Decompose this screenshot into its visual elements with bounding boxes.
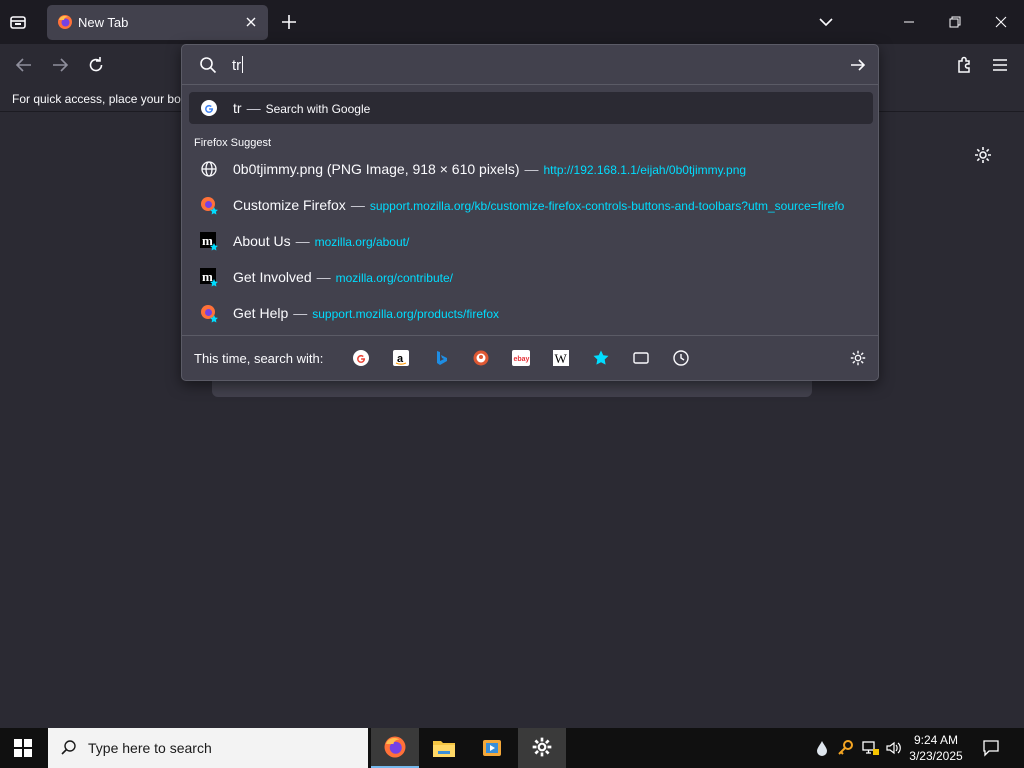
firefox-suggest-label: Firefox Suggest — [194, 137, 272, 149]
tabs-icon[interactable] — [632, 349, 650, 367]
newtab-settings-gear-icon[interactable] — [973, 145, 993, 165]
taskbar-media-player-icon[interactable] — [468, 728, 516, 768]
tab-strip: New Tab — [0, 0, 1024, 44]
tray-time-text: 9:24 AM — [913, 733, 959, 747]
firefox-bookmark-icon — [200, 196, 218, 215]
globe-icon — [200, 160, 218, 178]
suggestion-title: 0b0tjimmy.png (PNG Image, 918 × 610 pixe… — [233, 161, 520, 177]
suggestion-url: mozilla.org/about/ — [314, 235, 410, 249]
search-with-google-result[interactable]: tr — Search with Google — [189, 92, 873, 124]
minimize-button[interactable] — [886, 0, 932, 44]
one-off-search-bar: This time, search with: a ebay W — [182, 335, 878, 380]
urlbar-input-row[interactable]: tr — [182, 45, 878, 85]
google-icon — [200, 99, 218, 117]
taskbar-search-placeholder: Type here to search — [88, 740, 212, 756]
hamburger-menu-icon[interactable] — [990, 55, 1010, 75]
suggestion-url: support.mozilla.org/products/firefox — [312, 307, 499, 321]
tray-water-drop-icon[interactable] — [815, 740, 829, 756]
suggestion-row[interactable]: m About Us — mozilla.org/about/ — [189, 225, 873, 257]
search-with-label: This time, search with: — [194, 351, 324, 366]
ebay-icon[interactable]: ebay — [512, 349, 530, 367]
taskbar-file-explorer-icon[interactable] — [420, 728, 468, 768]
urlbar-input[interactable]: tr — [232, 56, 244, 74]
forward-arrow-icon[interactable] — [50, 55, 70, 75]
tray-clock[interactable]: 9:24 AM 3/23/2025 — [903, 732, 969, 764]
search-icon — [199, 56, 217, 74]
taskbar-settings-gear-icon[interactable] — [518, 728, 566, 768]
suggestion-title: About Us — [233, 233, 291, 249]
result-action: Search with Google — [265, 102, 371, 116]
search-icon — [60, 739, 78, 757]
firefox-bookmark-icon — [200, 304, 218, 323]
suggestion-title: Get Involved — [233, 269, 312, 285]
wikipedia-icon[interactable]: W — [552, 349, 570, 367]
suggestion-title: Customize Firefox — [233, 197, 346, 213]
svg-text:W: W — [555, 351, 568, 366]
suggestion-row[interactable]: Customize Firefox — support.mozilla.org/kb… — [189, 189, 857, 221]
close-window-button[interactable] — [978, 0, 1024, 44]
mozilla-bookmark-icon: m — [200, 268, 218, 287]
list-all-tabs-chevron-down-icon[interactable] — [817, 13, 835, 31]
go-arrow-icon[interactable] — [849, 56, 867, 74]
tray-volume-icon[interactable] — [885, 740, 903, 756]
tray-network-icon[interactable] — [862, 740, 880, 756]
restore-button[interactable] — [932, 0, 978, 44]
suggestion-row[interactable]: 0b0tjimmy.png (PNG Image, 918 × 610 pixe… — [189, 153, 873, 185]
suggestion-row[interactable]: Get Help — support.mozilla.org/products/fi… — [189, 297, 873, 329]
suggestion-title: Get Help — [233, 305, 289, 321]
suggestion-url: mozilla.org/contribute/ — [335, 271, 453, 285]
firefox-view-icon[interactable] — [8, 12, 30, 32]
history-icon[interactable] — [672, 349, 690, 367]
search-settings-gear-icon[interactable] — [849, 349, 867, 367]
duckduckgo-icon[interactable] — [472, 349, 490, 367]
bookmarks-hint-text: For quick access, place your boo — [12, 92, 188, 106]
result-query: tr — [233, 100, 242, 116]
bing-icon[interactable] — [432, 349, 450, 367]
suggestion-url: support.mozilla.org/kb/customize-firefox… — [369, 199, 845, 213]
tray-date-text: 3/23/2025 — [909, 749, 963, 763]
taskbar-search-box[interactable]: Type here to search — [48, 728, 368, 768]
tab-title: New Tab — [78, 15, 129, 30]
urlbar-popup: tr tr — Search with Google Firefox Suggest… — [181, 44, 879, 381]
amazon-icon[interactable]: a — [392, 349, 410, 367]
tab-new-tab[interactable]: New Tab — [47, 5, 268, 40]
close-tab-icon[interactable] — [243, 14, 259, 30]
windows-taskbar: Type here to search 9:24 AM 3/23/2025 — [0, 728, 1024, 768]
suggestion-row[interactable]: m Get Involved — mozilla.org/contribute/ — [189, 261, 873, 293]
reload-icon[interactable] — [86, 55, 106, 75]
bookmarks-star-icon[interactable] — [592, 349, 610, 367]
tray-key-icon[interactable] — [838, 739, 854, 757]
google-icon[interactable] — [352, 349, 370, 367]
windows-start-icon[interactable] — [14, 739, 32, 757]
mozilla-bookmark-icon: m — [200, 232, 218, 251]
back-arrow-icon[interactable] — [14, 55, 34, 75]
taskbar-firefox-icon[interactable] — [371, 728, 419, 768]
firefox-logo-icon — [57, 14, 73, 30]
result-separator: — — [246, 100, 261, 116]
svg-text:ebay: ebay — [514, 356, 530, 363]
new-tab-plus-icon[interactable] — [280, 13, 298, 31]
notifications-icon[interactable] — [982, 739, 1000, 757]
suggestion-url: http://192.168.1.1/eijah/0b0tjimmy.png — [543, 163, 747, 177]
extensions-puzzle-icon[interactable] — [955, 55, 975, 75]
